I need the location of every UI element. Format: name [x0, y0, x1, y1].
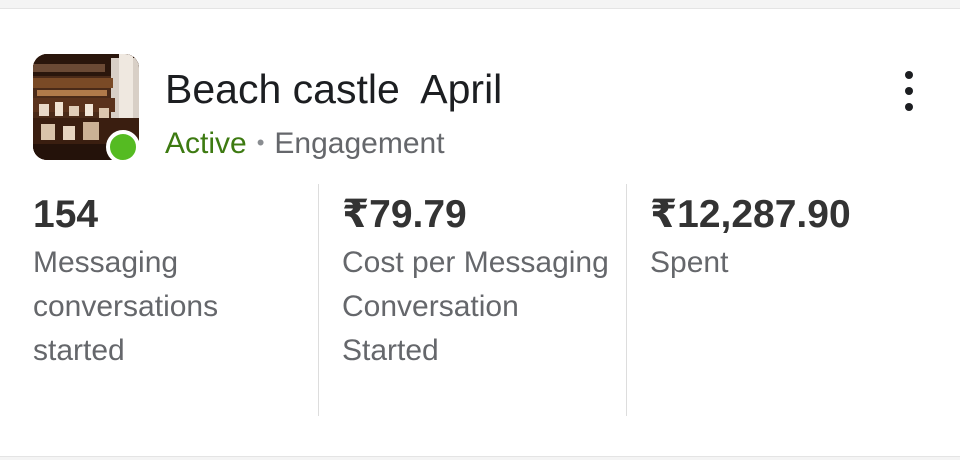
- campaign-title[interactable]: Beach castle April: [165, 65, 502, 113]
- metric-value: ₹12,287.90: [650, 193, 851, 236]
- metric-results: 154 Messaging conversations started: [33, 192, 303, 373]
- objective-label: Engagement: [274, 127, 445, 160]
- more-vertical-icon: [905, 71, 913, 79]
- separator-dot: •: [256, 130, 265, 155]
- more-options-button[interactable]: [890, 69, 928, 113]
- status-active-dot: [106, 130, 140, 164]
- metric-cost-per-result: ₹79.79 Cost per Messaging Conversation S…: [342, 192, 612, 373]
- metric-label: Messaging conversations started: [33, 246, 219, 367]
- metric-label: Cost per Messaging Conversation Started: [342, 246, 609, 367]
- top-strip: [0, 0, 960, 8]
- metric-value: ₹79.79: [342, 193, 467, 236]
- metric-amount-spent: ₹12,287.90 Spent: [650, 192, 940, 285]
- metric-divider: [626, 184, 627, 416]
- campaign-card[interactable]: Beach castle April Active • Engagement 154…: [0, 9, 960, 456]
- metric-divider: [318, 184, 319, 416]
- more-vertical-icon: [905, 103, 913, 111]
- more-vertical-icon: [905, 87, 913, 95]
- metric-label: Spent: [650, 246, 729, 279]
- status-label: Active: [165, 127, 247, 160]
- metric-value: 154: [33, 193, 99, 236]
- campaign-status-line: Active • Engagement: [165, 124, 445, 166]
